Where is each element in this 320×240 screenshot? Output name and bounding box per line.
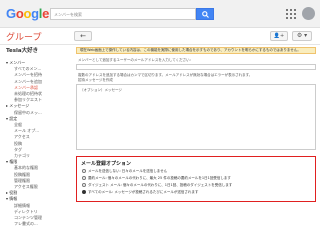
- message-label: 招待メッセージを作成: [78, 78, 113, 82]
- radio-icon[interactable]: [82, 169, 86, 173]
- apps-grid-icon[interactable]: [286, 9, 296, 19]
- logo-letter: g: [31, 6, 39, 21]
- sidebar-item[interactable]: タグ: [14, 147, 22, 152]
- logo-letter: G: [6, 6, 16, 21]
- logo-letter: e: [42, 6, 50, 21]
- message-textarea[interactable]: （オプション）メッセージ: [76, 84, 316, 150]
- option-label: ダイジェスト メール: 個々のメールの代わりに、1日1回、投稿のダイジェストを受…: [88, 183, 233, 187]
- sidebar-section[interactable]: ▾ 設定: [6, 116, 17, 121]
- sidebar-item[interactable]: 詳細情報: [14, 203, 30, 208]
- sidebar-item[interactable]: アクセス: [14, 134, 30, 139]
- sidebar-item[interactable]: 未処理の招待状: [14, 91, 42, 96]
- sidebar-item[interactable]: 投稿: [14, 141, 22, 146]
- page-title[interactable]: グループ: [6, 30, 41, 43]
- sidebar-item[interactable]: メンバーを招待: [14, 72, 42, 77]
- option-abridged[interactable]: 要約メール: 個々のメールの代わりに、最大 25 件の投稿の要約メールを1日1回…: [82, 176, 231, 181]
- message-placeholder: （オプション）メッセージ: [80, 88, 122, 92]
- sidebar-item[interactable]: メンバー承認: [14, 85, 38, 90]
- google-logo[interactable]: Google: [6, 6, 49, 21]
- sidebar: Tesla大好き ▾ メンバー すべてのメン... メンバーを招待 メンバーを追加 メン…: [0, 46, 70, 240]
- sidebar-item[interactable]: ディレクトリ: [14, 209, 38, 214]
- sidebar-item[interactable]: アクセス権限: [14, 184, 38, 189]
- option-digest[interactable]: ダイジェスト メール: 個々のメールの代わりに、1日1回、投稿のダイジェストを受…: [82, 183, 232, 188]
- sidebar-item[interactable]: 参加リクエスト: [14, 97, 42, 102]
- sidebar-item[interactable]: メンバーを追加: [14, 79, 42, 84]
- sidebar-item[interactable]: 投稿権限: [14, 172, 30, 177]
- sidebar-section[interactable]: ▸ 役割: [6, 190, 17, 195]
- sidebar-item[interactable]: 基本的な権限: [14, 165, 38, 170]
- notice-banner: 現在Web画面上で操作している内容は、この機能を実際に使用した場合を示すものであ…: [76, 47, 316, 54]
- sidebar-item[interactable]: フレ書式の...: [14, 221, 38, 226]
- logo-letter: o: [23, 6, 32, 21]
- sidebar-item[interactable]: カテゴリ: [14, 153, 30, 158]
- add-member-button[interactable]: 👤+: [270, 31, 288, 41]
- avatar[interactable]: [302, 7, 315, 20]
- sidebar-section[interactable]: ▾ 権限: [6, 159, 17, 164]
- search-icon: [202, 11, 209, 18]
- email-options-panel: メール登録オプション メールを送信しない: 日々のメールを送信しません 要約メー…: [76, 156, 316, 202]
- search-button[interactable]: [196, 8, 214, 20]
- option-no-email[interactable]: メールを送信しない: 日々のメールを送信しません: [82, 169, 167, 174]
- radio-icon[interactable]: [82, 176, 86, 180]
- sidebar-item[interactable]: 管理権限: [14, 178, 30, 183]
- options-title: メール登録オプション: [81, 161, 132, 167]
- radio-selected-icon[interactable]: [82, 190, 86, 194]
- sidebar-section[interactable]: ▾ 情報: [6, 196, 17, 201]
- sidebar-item[interactable]: コンテンツ管理: [14, 215, 42, 220]
- top-header: Google メンバーを検索: [0, 0, 320, 28]
- group-name[interactable]: Tesla大好き: [6, 46, 38, 54]
- settings-button[interactable]: ⚙ ▾: [292, 31, 312, 41]
- sidebar-item[interactable]: すべてのメン...: [14, 66, 41, 71]
- emails-input[interactable]: [76, 64, 316, 70]
- sidebar-item[interactable]: 全般: [14, 122, 22, 127]
- radio-icon[interactable]: [82, 183, 86, 187]
- option-label: メールを送信しない: 日々のメールを送信しません: [88, 169, 168, 173]
- sidebar-section[interactable]: ▾ メンバー: [6, 60, 25, 65]
- search-input[interactable]: メンバーを検索: [50, 8, 196, 20]
- option-label: 要約メール: 個々のメールの代わりに、最大 25 件の投稿の要約メールを1日1回…: [88, 176, 231, 180]
- field-label: メンバーとして追加するユーザーのメールアドレスを入力してください:: [78, 58, 191, 62]
- sidebar-item[interactable]: 保留中のメッ...: [14, 110, 42, 115]
- option-label: すべてのメール: メッセージが投稿されるたびにメールが送信されます: [88, 190, 199, 194]
- option-all-email[interactable]: すべてのメール: メッセージが投稿されるたびにメールが送信されます: [82, 190, 198, 195]
- sidebar-item[interactable]: メール オプ...: [14, 128, 39, 133]
- groups-toolbar: グループ ← 👤+ ⚙ ▾: [0, 28, 320, 45]
- main-content: 現在Web画面上で操作している内容は、この機能を実際に使用した場合を示すものであ…: [76, 46, 320, 240]
- back-button[interactable]: ←: [74, 31, 92, 41]
- sidebar-section[interactable]: ▸ メッセージ: [6, 103, 29, 108]
